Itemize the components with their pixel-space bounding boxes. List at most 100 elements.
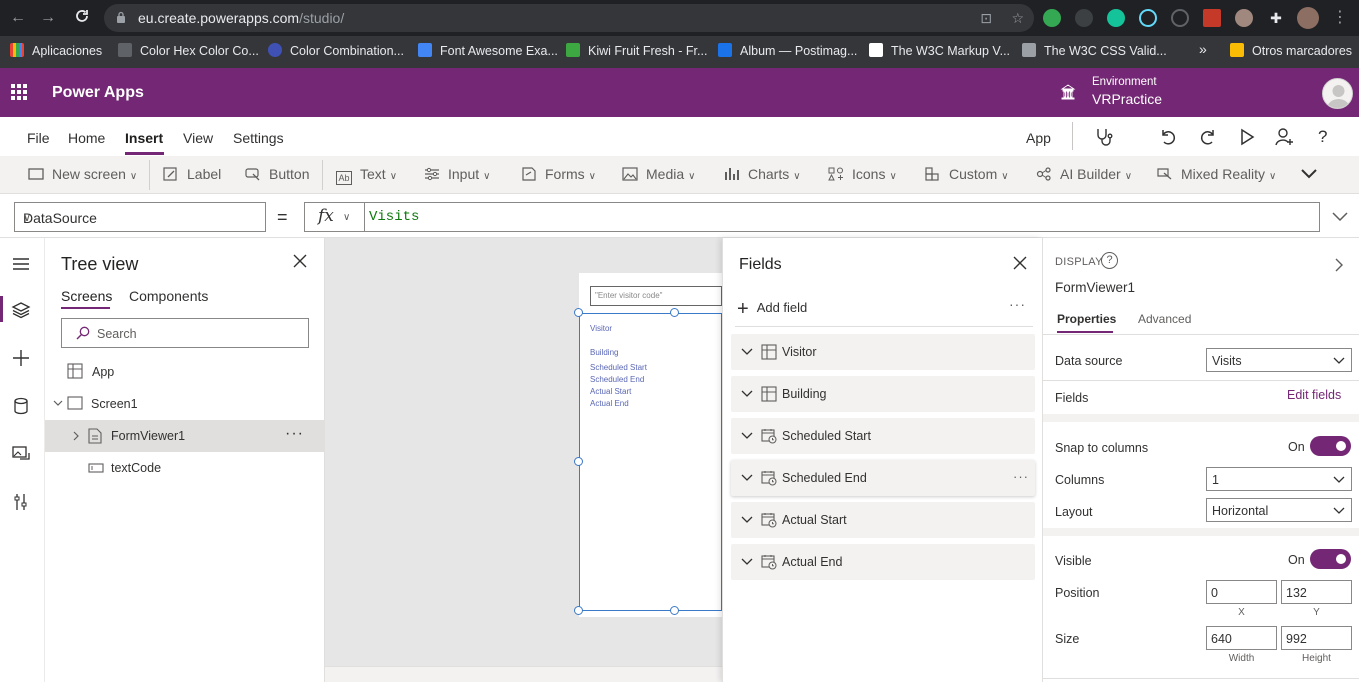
tree-item-formviewer1[interactable]: FormViewer1 ··· bbox=[45, 420, 325, 452]
bookmarks-overflow[interactable]: » bbox=[1199, 41, 1207, 57]
more-options-icon[interactable]: ··· bbox=[1013, 469, 1029, 484]
extension-flag-icon[interactable] bbox=[1203, 9, 1221, 27]
user-avatar[interactable] bbox=[1322, 78, 1353, 109]
charts-button[interactable]: Charts ∨ bbox=[724, 166, 801, 182]
advanced-tools-icon[interactable] bbox=[11, 492, 31, 512]
close-icon[interactable] bbox=[293, 254, 307, 268]
formviewer1-selection[interactable]: Visitor Building Scheduled Start Schedul… bbox=[579, 313, 722, 611]
chevron-down-icon[interactable] bbox=[741, 555, 753, 567]
tab-screens[interactable]: Screens bbox=[61, 288, 112, 304]
height-input[interactable]: 992 bbox=[1281, 626, 1352, 650]
chevron-right-icon[interactable] bbox=[72, 431, 80, 441]
tab-advanced[interactable]: Advanced bbox=[1138, 312, 1191, 326]
icons-button[interactable]: Icons ∨ bbox=[828, 166, 897, 182]
bookmark-album[interactable]: Album — Postimag... bbox=[718, 43, 857, 58]
bookmark-kiwi[interactable]: Kiwi Fruit Fresh - Fr... bbox=[566, 43, 707, 58]
property-dropdown[interactable]: DataSource ∨ bbox=[14, 202, 266, 232]
chevron-down-icon[interactable] bbox=[741, 513, 753, 525]
tree-item-textcode[interactable]: textCode bbox=[45, 452, 325, 484]
screen1-preview[interactable]: "Enter visitor code" Visitor Building Sc… bbox=[579, 273, 722, 617]
button-button[interactable]: Button bbox=[245, 166, 309, 182]
extension-a-icon[interactable] bbox=[1075, 9, 1093, 27]
close-icon[interactable] bbox=[1013, 256, 1027, 270]
add-field-button[interactable]: + Add field bbox=[737, 298, 807, 321]
mixed-reality-button[interactable]: Mixed Reality ∨ bbox=[1157, 166, 1276, 182]
menu-settings[interactable]: Settings bbox=[233, 130, 284, 146]
chevron-down-icon[interactable] bbox=[53, 399, 63, 407]
bookmark-other[interactable]: Otros marcadores bbox=[1230, 43, 1352, 58]
more-options-icon[interactable]: ··· bbox=[1009, 296, 1026, 312]
width-input[interactable]: 640 bbox=[1206, 626, 1277, 650]
star-icon[interactable]: ☆ bbox=[1011, 10, 1024, 27]
fx-button[interactable]: fx ∨ bbox=[304, 202, 364, 232]
tree-item-app[interactable]: App bbox=[45, 356, 325, 388]
chevron-down-icon[interactable] bbox=[741, 429, 753, 441]
react-devtools-icon[interactable] bbox=[1139, 9, 1157, 27]
edit-fields-link[interactable]: Edit fields bbox=[1287, 388, 1341, 402]
stethoscope-icon[interactable] bbox=[1094, 127, 1114, 152]
field-row-scheduled-start[interactable]: Scheduled Start bbox=[731, 418, 1035, 454]
hamburger-menu-icon[interactable] bbox=[11, 254, 31, 274]
bookmark-w3c-markup[interactable]: The W3C Markup V... bbox=[869, 43, 1010, 58]
tree-item-screen1[interactable]: Screen1 bbox=[45, 388, 325, 420]
preview-play-icon[interactable] bbox=[1239, 127, 1255, 152]
more-options-icon[interactable]: ··· bbox=[285, 425, 304, 443]
app-checker-label[interactable]: App bbox=[1026, 130, 1051, 146]
environment-name[interactable]: VRPractice bbox=[1092, 91, 1162, 107]
position-x-input[interactable]: 0 bbox=[1206, 580, 1277, 604]
forms-button[interactable]: Forms ∨ bbox=[521, 166, 596, 182]
resize-handle[interactable] bbox=[670, 308, 679, 317]
bookmark-color-hex[interactable]: Color Hex Color Co... bbox=[118, 43, 259, 58]
field-row-actual-end[interactable]: Actual End bbox=[731, 544, 1035, 580]
field-row-actual-start[interactable]: Actual Start bbox=[731, 502, 1035, 538]
extension-round-icon[interactable] bbox=[1235, 9, 1253, 27]
back-icon[interactable]: ← bbox=[8, 8, 28, 28]
columns-dropdown[interactable]: 1 bbox=[1206, 467, 1352, 491]
reload-icon[interactable] bbox=[72, 8, 92, 28]
chevron-right-icon[interactable] bbox=[1333, 258, 1345, 272]
resize-handle[interactable] bbox=[574, 457, 583, 466]
chevron-down-icon[interactable] bbox=[741, 387, 753, 399]
media-button[interactable]: Media ∨ bbox=[622, 166, 695, 182]
bookmark-font-awesome[interactable]: Font Awesome Exa... bbox=[418, 43, 558, 58]
snap-to-columns-toggle[interactable] bbox=[1310, 436, 1351, 456]
input-button[interactable]: Input ∨ bbox=[424, 166, 490, 182]
design-canvas[interactable]: "Enter visitor code" Visitor Building Sc… bbox=[325, 238, 722, 682]
translate-icon[interactable]: ⊡ bbox=[980, 10, 992, 27]
resize-handle[interactable] bbox=[574, 308, 583, 317]
bookmark-apps[interactable]: Aplicaciones bbox=[10, 43, 102, 58]
tab-components[interactable]: Components bbox=[129, 288, 208, 304]
new-screen-button[interactable]: New screen ∨ bbox=[28, 166, 137, 182]
extension-check-icon[interactable] bbox=[1043, 9, 1061, 27]
undo-icon[interactable] bbox=[1158, 127, 1178, 152]
app-launcher-icon[interactable] bbox=[11, 84, 27, 100]
forward-icon[interactable]: → bbox=[38, 8, 58, 28]
media-icon[interactable] bbox=[11, 444, 31, 464]
field-row-scheduled-end[interactable]: Scheduled End ··· bbox=[731, 460, 1035, 496]
help-icon[interactable]: ? bbox=[1101, 252, 1118, 269]
bookmark-color-combination[interactable]: Color Combination... bbox=[268, 43, 404, 58]
app-title[interactable]: Power Apps bbox=[52, 84, 144, 102]
browser-menu-icon[interactable]: ⋮ bbox=[1330, 8, 1350, 28]
resize-handle[interactable] bbox=[574, 606, 583, 615]
chevron-down-icon[interactable] bbox=[741, 345, 753, 357]
expand-formula-icon[interactable] bbox=[1332, 208, 1348, 224]
menu-view[interactable]: View bbox=[183, 130, 213, 146]
bookmark-w3c-css[interactable]: The W3C CSS Valid... bbox=[1022, 43, 1167, 58]
grammarly-icon[interactable] bbox=[1107, 9, 1125, 27]
chevron-down-icon[interactable] bbox=[741, 471, 753, 483]
label-button[interactable]: Label bbox=[163, 166, 221, 182]
database-icon[interactable] bbox=[11, 396, 31, 416]
visible-toggle[interactable] bbox=[1310, 549, 1351, 569]
extensions-puzzle-icon[interactable]: ✚ bbox=[1267, 9, 1285, 27]
formula-input[interactable]: Visits bbox=[364, 202, 1320, 232]
data-source-dropdown[interactable]: Visits bbox=[1206, 348, 1352, 372]
share-person-icon[interactable] bbox=[1275, 127, 1295, 152]
text-button[interactable]: Ab Text ∨ bbox=[336, 166, 397, 185]
menu-insert[interactable]: Insert bbox=[125, 130, 163, 146]
menu-home[interactable]: Home bbox=[68, 130, 105, 146]
resize-handle[interactable] bbox=[670, 606, 679, 615]
ai-builder-button[interactable]: AI Builder ∨ bbox=[1036, 166, 1132, 182]
layers-icon[interactable] bbox=[11, 300, 31, 320]
tab-properties[interactable]: Properties bbox=[1057, 312, 1116, 326]
